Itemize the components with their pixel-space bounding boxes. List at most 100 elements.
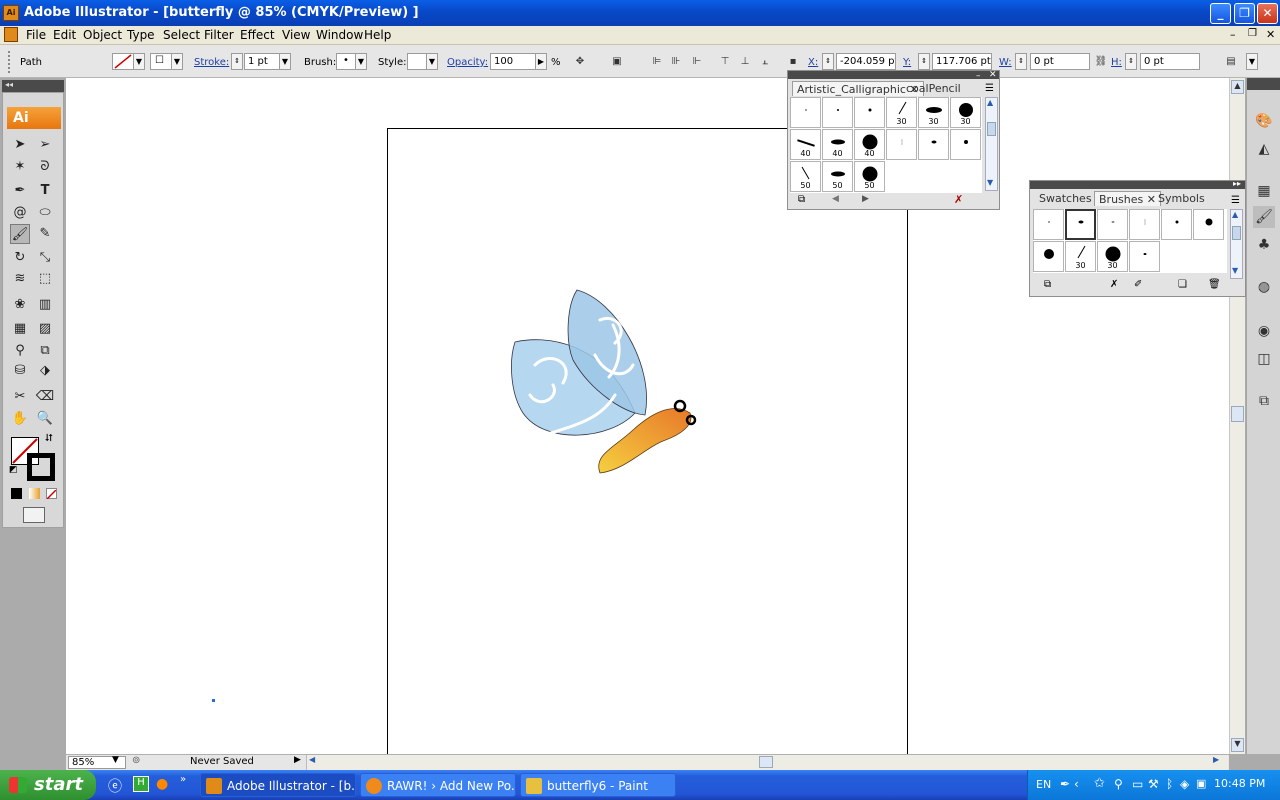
brush-cell[interactable] <box>1161 209 1192 240</box>
tab-charcoal-pencil[interactable]: coalPencil <box>906 81 960 96</box>
brush-cell[interactable]: 50 <box>822 161 853 192</box>
align-middle-icon[interactable]: ⊥ <box>736 53 754 70</box>
brush-cell[interactable]: 50 <box>790 161 821 192</box>
selection-tool-icon[interactable]: ➤ <box>10 135 30 155</box>
menu-type[interactable]: Type <box>127 28 155 42</box>
panel-options-dropdown[interactable]: ▼ <box>1246 53 1258 70</box>
path-point[interactable] <box>212 699 215 702</box>
brush-cell[interactable]: 30 <box>1097 241 1128 272</box>
ie-icon[interactable]: ⓔ <box>108 776 122 796</box>
live-paint-bucket-icon[interactable]: ⛁ <box>10 361 30 381</box>
panel-close-icon[interactable]: ✕ <box>989 70 997 80</box>
ellipse-tool-icon[interactable]: ⬭ <box>35 203 55 223</box>
transform-icon[interactable]: ▣ <box>608 53 626 70</box>
tray-bluetooth-icon[interactable]: ᛒ <box>1166 777 1173 791</box>
tab-swatches[interactable]: Swatches <box>1035 191 1096 206</box>
opacity-label[interactable]: Opacity: <box>447 57 488 68</box>
eyedropper-tool-icon[interactable]: ⚲ <box>10 341 30 361</box>
brush-cell[interactable] <box>950 129 981 160</box>
spiral-tool-icon[interactable]: @ <box>10 203 30 223</box>
panel-minimize-icon[interactable]: – <box>976 71 981 81</box>
brush-cell-selected[interactable] <box>1065 209 1096 240</box>
y-stepper[interactable]: ⇕ <box>918 53 930 70</box>
scroll-thumb[interactable] <box>1231 406 1244 422</box>
doc-close-button[interactable]: ✕ <box>1266 28 1275 41</box>
brush-cell[interactable] <box>1033 209 1064 240</box>
graph-tool-icon[interactable]: ▥ <box>35 295 55 315</box>
brush-cell[interactable] <box>1193 209 1224 240</box>
scroll-up-icon[interactable]: ▲ <box>987 98 993 107</box>
version-cue-icon[interactable]: ⊚ <box>132 755 140 766</box>
collapse-icon[interactable]: ◂◂ <box>5 80 13 89</box>
stroke-swatch[interactable]: ☐ <box>150 53 172 70</box>
scroll-down-icon[interactable]: ▼ <box>1232 266 1238 275</box>
brush-libraries-icon[interactable]: ⧉ <box>1044 279 1051 290</box>
panel-header[interactable]: ▸▸ <box>1030 179 1245 189</box>
fill-dropdown[interactable]: ▼ <box>133 53 145 70</box>
brush-cell[interactable]: 40 <box>854 129 885 160</box>
scroll-up-icon[interactable]: ▲ <box>1232 210 1238 219</box>
free-transform-tool-icon[interactable]: ⬚ <box>35 269 55 289</box>
document-icon[interactable] <box>4 27 18 42</box>
panel-options-icon[interactable]: ▤ <box>1222 53 1240 70</box>
tab-symbols[interactable]: Symbols <box>1154 191 1209 206</box>
reference-point-icon[interactable]: ▪ <box>784 53 802 70</box>
symbol-sprayer-tool-icon[interactable]: ❀ <box>10 295 30 315</box>
align-top-icon[interactable]: ⊤ <box>716 53 734 70</box>
firefox-icon[interactable]: ● <box>156 776 168 792</box>
tray-app-icon[interactable]: ▣ <box>1196 777 1206 790</box>
w-field[interactable]: 0 pt <box>1030 53 1090 70</box>
brush-cell[interactable]: 30 <box>950 97 981 128</box>
brush-cell[interactable]: 40 <box>822 129 853 160</box>
brushes-panel-icon[interactable]: 🖌 <box>1253 206 1275 228</box>
tray-star-icon[interactable]: ✩ <box>1094 776 1105 791</box>
panel-scrollbar[interactable]: ▲ ▼ <box>1230 209 1243 279</box>
scroll-down-icon[interactable]: ▼ <box>987 178 993 187</box>
menu-window[interactable]: Window <box>316 28 363 42</box>
color-guide-icon[interactable]: ◭ <box>1253 138 1275 160</box>
menu-view[interactable]: View <box>282 28 310 42</box>
tray-network-icon[interactable]: ⚲ <box>1114 777 1123 791</box>
magic-wand-tool-icon[interactable]: ✶ <box>10 157 30 177</box>
butterfly-artwork[interactable] <box>505 285 705 485</box>
h-label[interactable]: H: <box>1111 57 1122 68</box>
menu-effect[interactable]: Effect <box>240 28 275 42</box>
gradient-mode-icon[interactable] <box>29 488 40 499</box>
brush-dropdown[interactable]: ▼ <box>355 53 367 70</box>
opacity-dropdown[interactable]: ▶ <box>535 53 547 70</box>
restore-button[interactable]: ❐ <box>1234 3 1255 24</box>
brush-cell[interactable]: 40 <box>790 129 821 160</box>
y-field[interactable]: 117.706 pt <box>932 53 992 70</box>
quicklaunch-more-icon[interactable]: » <box>180 774 186 785</box>
status-menu-arrow[interactable]: ▶ <box>294 755 301 765</box>
brush-cell[interactable]: 30 <box>1065 241 1096 272</box>
align-left-icon[interactable]: ⊫ <box>648 53 666 70</box>
warp-tool-icon[interactable]: ≋ <box>10 269 30 289</box>
brush-cell[interactable] <box>1097 209 1128 240</box>
panel-menu-icon[interactable]: ☰ <box>1231 195 1240 206</box>
h-stepper[interactable]: ⇕ <box>1125 53 1137 70</box>
tray-collapse-icon[interactable]: ‹ <box>1074 777 1079 791</box>
zoom-dropdown[interactable]: ▼ <box>112 755 119 765</box>
brush-options-icon[interactable]: ✐ <box>1134 279 1142 290</box>
color-mode-icon[interactable] <box>11 488 22 499</box>
align-bottom-icon[interactable]: ⫠ <box>756 53 774 70</box>
close-button[interactable]: ✕ <box>1257 3 1278 24</box>
toolbox-header[interactable]: ◂◂ <box>2 80 64 92</box>
menu-select[interactable]: Select <box>163 28 200 42</box>
menu-edit[interactable]: Edit <box>53 28 76 42</box>
panel-scroll-thumb[interactable] <box>1232 226 1241 240</box>
symbols-panel-icon[interactable]: ♣ <box>1253 234 1275 256</box>
stroke-label[interactable]: Stroke: <box>194 57 229 68</box>
swatches-panel-icon[interactable]: ▦ <box>1253 180 1275 202</box>
screen-mode-icon[interactable] <box>23 507 45 523</box>
pen-tool-icon[interactable]: ✒ <box>10 181 30 201</box>
x-field[interactable]: -204.059 pt <box>836 53 896 70</box>
brush-cell[interactable] <box>822 97 853 128</box>
live-paint-selection-icon[interactable]: ⬗ <box>35 361 55 381</box>
fill-swatch[interactable] <box>112 53 134 70</box>
slice-tool-icon[interactable]: ✂ <box>10 387 30 407</box>
menu-help[interactable]: Help <box>364 28 391 42</box>
appearance-panel-icon[interactable]: ◉ <box>1253 320 1275 342</box>
direct-selection-tool-icon[interactable]: ➢ <box>35 135 55 155</box>
